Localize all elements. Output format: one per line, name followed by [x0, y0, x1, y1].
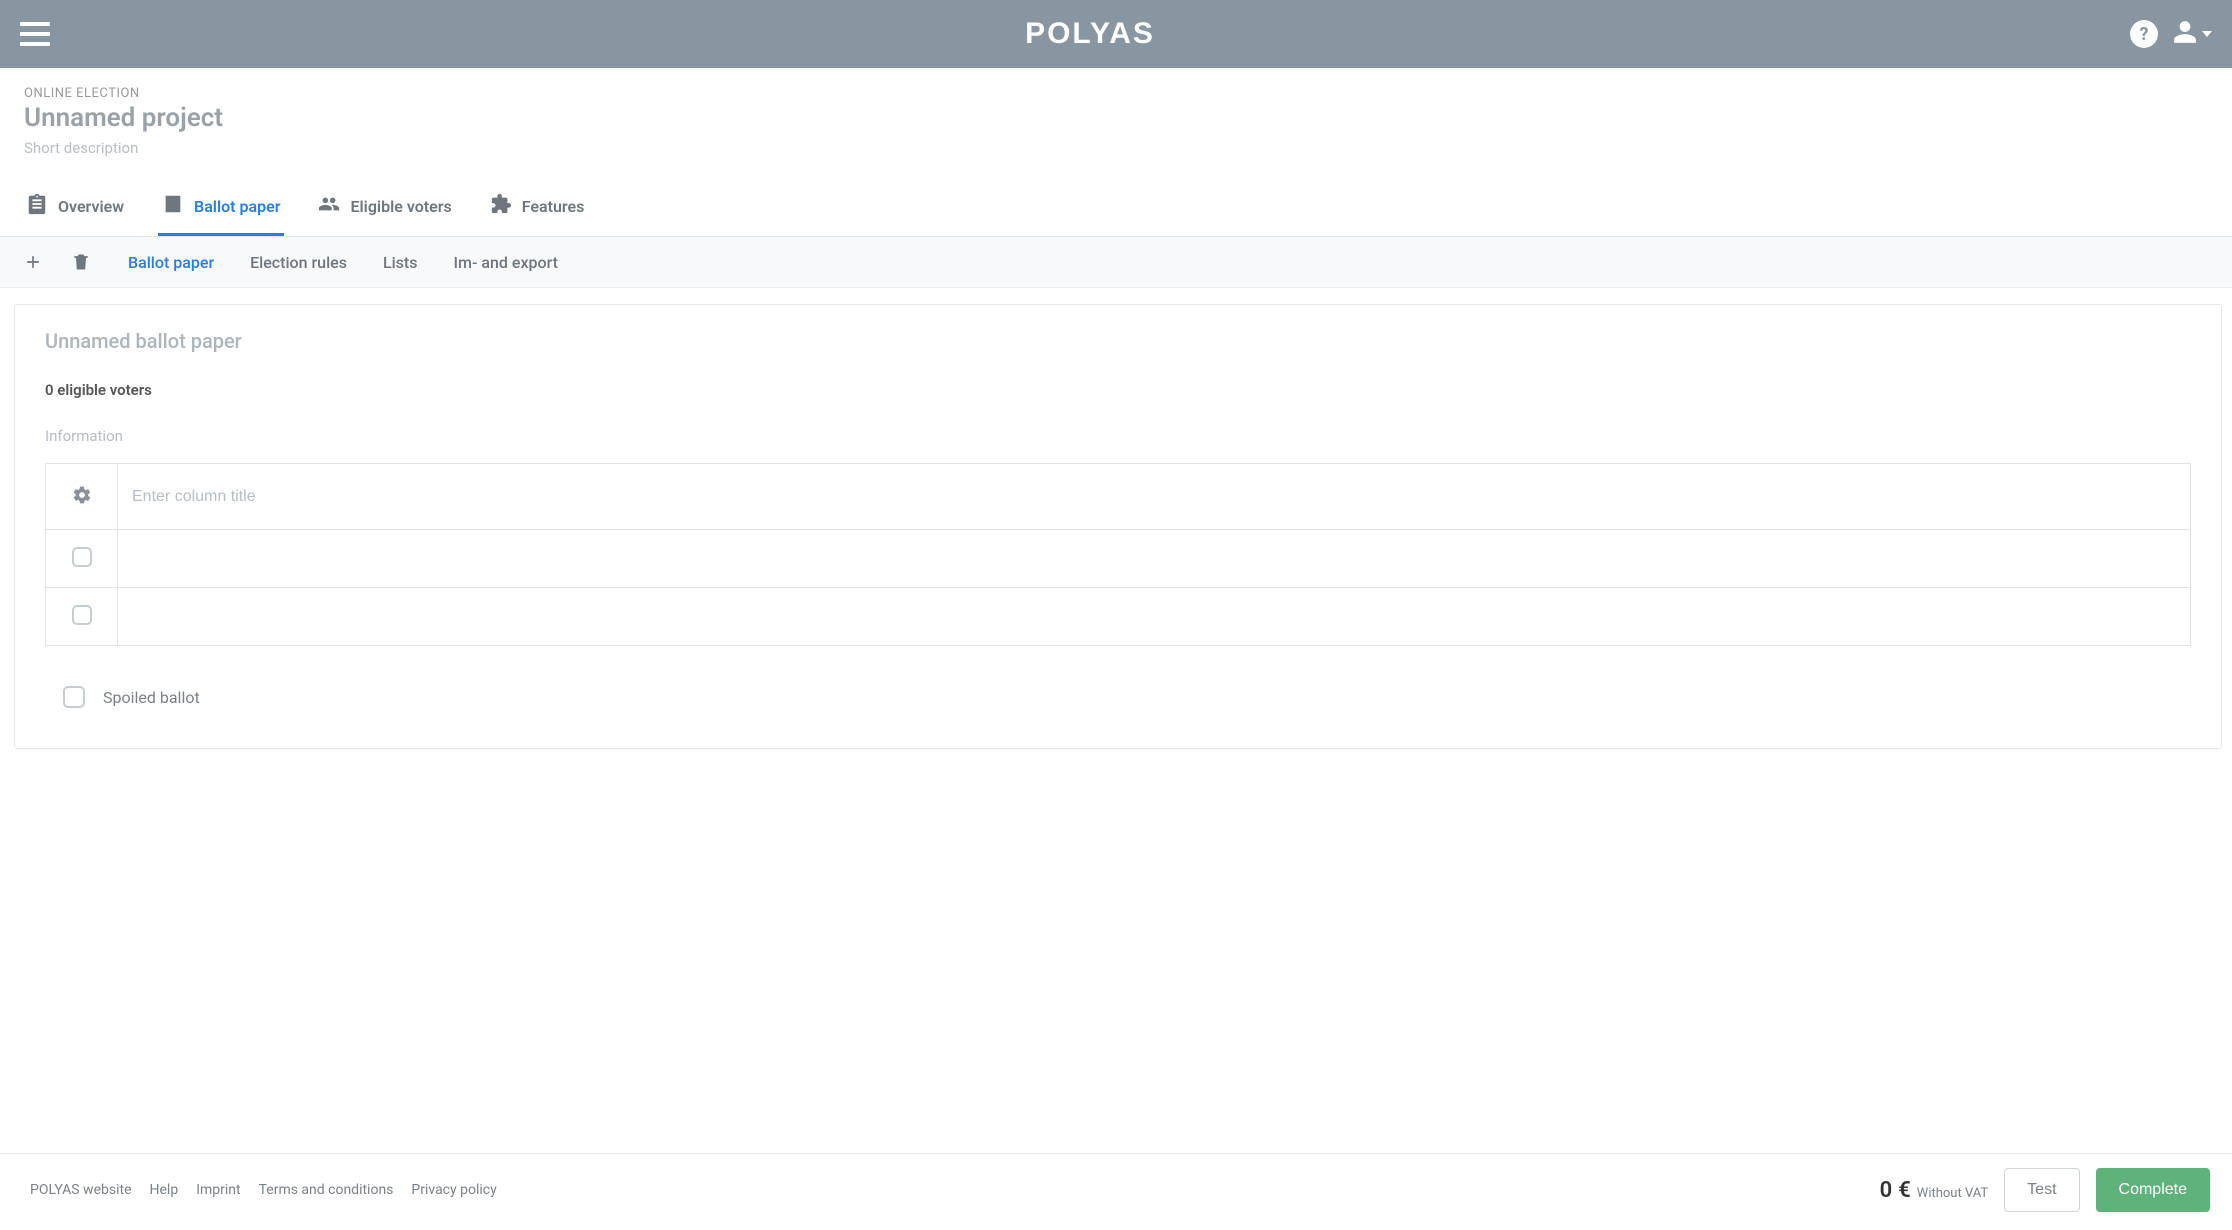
footer-bar: POLYAS website Help Imprint Terms and co… [0, 1153, 2232, 1230]
brand-logo: POLYAS [1025, 17, 1155, 51]
column-title-header [118, 464, 2191, 530]
user-icon [2172, 19, 2198, 49]
footer-link-website[interactable]: POLYAS website [30, 1182, 132, 1198]
footer-links: POLYAS website Help Imprint Terms and co… [30, 1182, 497, 1198]
spoiled-ballot-checkbox[interactable] [63, 686, 85, 708]
user-menu[interactable] [2172, 19, 2212, 49]
row-data-cell[interactable] [118, 530, 2191, 588]
menu-button[interactable] [20, 22, 50, 46]
top-right-controls: ? [2130, 19, 2212, 49]
tab-eligible-voters[interactable]: Eligible voters [314, 183, 455, 236]
row-data-cell[interactable] [118, 588, 2191, 646]
tab-overview-label: Overview [58, 197, 124, 216]
puzzle-icon [490, 193, 512, 219]
tab-ballot-paper[interactable]: Ballot paper [158, 183, 284, 236]
top-bar: POLYAS ? [0, 0, 2232, 68]
price-note: Without VAT [1917, 1186, 1988, 1201]
tab-features-label: Features [522, 197, 585, 216]
column-settings-button[interactable] [46, 464, 118, 530]
table-row [46, 588, 2191, 646]
footer-link-terms[interactable]: Terms and conditions [259, 1182, 394, 1198]
table-header-row [46, 464, 2191, 530]
price-display: 0 € Without VAT [1880, 1178, 1989, 1203]
column-title-input[interactable] [118, 468, 2190, 526]
price-value: 0 [1880, 1178, 1893, 1203]
main-content: ONLINE ELECTION Unnamed project Short de… [0, 68, 2232, 1153]
help-icon[interactable]: ? [2130, 20, 2158, 48]
ballot-table [45, 463, 2191, 646]
subtab-im-export[interactable]: Im- and export [453, 253, 557, 272]
footer-link-help[interactable]: Help [150, 1182, 179, 1198]
people-icon [318, 193, 340, 219]
footer-link-privacy[interactable]: Privacy policy [411, 1182, 496, 1198]
row-select-cell [46, 530, 118, 588]
footer-right: 0 € Without VAT Test Complete [1880, 1168, 2210, 1212]
project-eyebrow: ONLINE ELECTION [24, 86, 2208, 101]
project-title[interactable]: Unnamed project [24, 103, 2208, 133]
project-header: ONLINE ELECTION Unnamed project Short de… [0, 68, 2232, 163]
subtab-ballot-paper[interactable]: Ballot paper [128, 253, 214, 272]
subtab-election-rules[interactable]: Election rules [250, 253, 347, 272]
delete-button[interactable] [70, 251, 92, 273]
add-button[interactable] [22, 251, 44, 273]
ballot-card: Unnamed ballot paper 0 eligible voters I… [14, 304, 2222, 749]
row-select-cell [46, 588, 118, 646]
clipboard-icon [26, 193, 48, 219]
complete-button[interactable]: Complete [2096, 1168, 2210, 1212]
main-tabs: Overview Ballot paper Eligible voters Fe… [0, 173, 2232, 237]
ballot-title[interactable]: Unnamed ballot paper [45, 329, 2191, 353]
information-label[interactable]: Information [45, 427, 2191, 445]
row-checkbox[interactable] [72, 605, 92, 625]
tab-ballot-paper-label: Ballot paper [194, 197, 280, 216]
chevron-down-icon [2202, 31, 2212, 37]
subtab-lists[interactable]: Lists [383, 253, 418, 272]
footer-link-imprint[interactable]: Imprint [196, 1182, 240, 1198]
eligible-voters-link[interactable]: 0 eligible voters [45, 381, 152, 399]
tab-eligible-voters-label: Eligible voters [350, 197, 451, 216]
ballot-icon [162, 193, 184, 219]
spoiled-ballot-row: Spoiled ballot [45, 686, 2191, 708]
table-row [46, 530, 2191, 588]
spoiled-ballot-label: Spoiled ballot [103, 688, 200, 707]
tab-features[interactable]: Features [486, 183, 589, 236]
gear-icon [72, 490, 92, 509]
ballot-sub-toolbar: Ballot paper Election rules Lists Im- an… [0, 237, 2232, 288]
tab-overview[interactable]: Overview [22, 183, 128, 236]
row-checkbox[interactable] [72, 547, 92, 567]
price-currency: € [1898, 1178, 1911, 1203]
test-button[interactable]: Test [2004, 1168, 2079, 1212]
project-description[interactable]: Short description [24, 139, 2208, 157]
